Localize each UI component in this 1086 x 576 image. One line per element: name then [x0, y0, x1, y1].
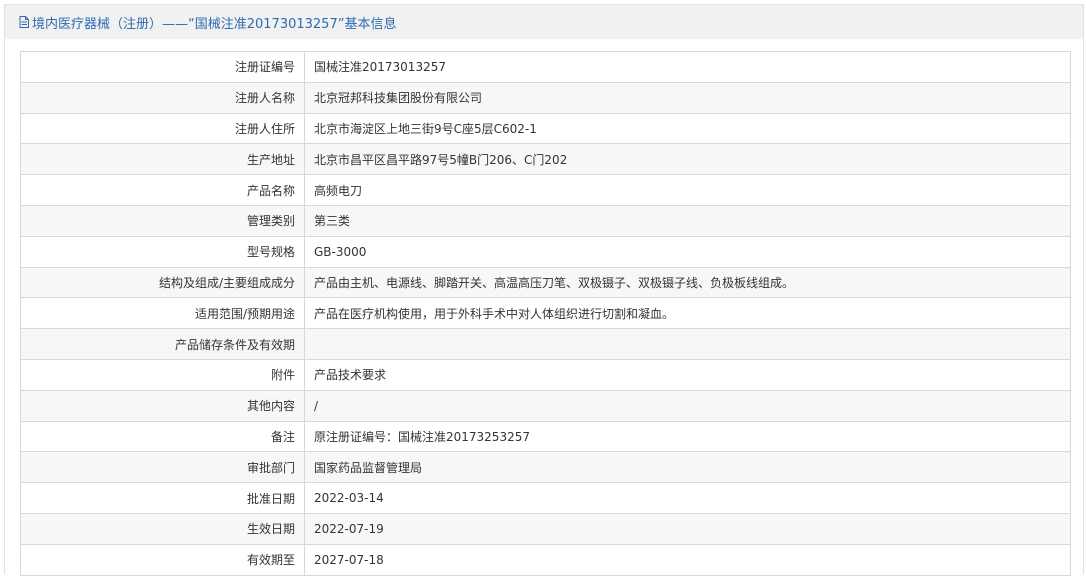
row-label: 产品储存条件及有效期 [20, 328, 305, 360]
table-row: 审批部门 国家药品监督管理局 [20, 451, 1071, 484]
row-value: 北京市海淀区上地三街9号C座5层C602-1 [304, 112, 1071, 145]
row-label: 管理类别 [20, 204, 305, 237]
table-row: 附件 产品技术要求 [20, 358, 1071, 391]
row-label: 注册人住所 [20, 112, 305, 145]
row-label: 附件 [20, 358, 305, 391]
table-row: 结构及组成/主要组成成分 产品由主机、电源线、脚踏开关、高温高压刀笔、双极镊子、… [20, 266, 1071, 299]
row-label: 注册人名称 [20, 81, 305, 114]
table-row: 产品名称 高频电刀 [20, 174, 1071, 206]
row-value: 北京冠邦科技集团股份有限公司 [304, 81, 1071, 114]
row-label: 批准日期 [20, 482, 305, 514]
row-value: 产品在医疗机构使用，用于外科手术中对人体组织进行切割和凝血。 [304, 297, 1071, 330]
table-row: 生效日期 2022-07-19 [20, 512, 1071, 545]
row-value: GB-3000 [304, 235, 1071, 268]
row-label: 产品名称 [20, 174, 305, 206]
table-row: 型号规格 GB-3000 [20, 235, 1071, 268]
row-label: 结构及组成/主要组成成分 [20, 266, 305, 299]
info-table-wrapper: 注册证编号 国械注准20173013257 注册人名称 北京冠邦科技集团股份有限… [20, 51, 1071, 576]
row-label: 有效期至 [20, 543, 305, 576]
row-value: 国械注准20173013257 [304, 51, 1071, 83]
table-row: 注册人名称 北京冠邦科技集团股份有限公司 [20, 81, 1071, 114]
row-label: 注册证编号 [20, 51, 305, 83]
row-value: 原注册证编号：国械注准20173253257 [304, 420, 1071, 453]
row-value [304, 328, 1071, 360]
document-icon [19, 16, 29, 28]
info-panel: 境内医疗器械（注册）——“国械注准20173013257”基本信息 注册证编号 … [4, 4, 1084, 576]
row-value: / [304, 389, 1071, 422]
table-row: 产品储存条件及有效期 [20, 328, 1071, 360]
table-row: 适用范围/预期用途 产品在医疗机构使用，用于外科手术中对人体组织进行切割和凝血。 [20, 297, 1071, 330]
row-label: 备注 [20, 420, 305, 453]
row-value: 2027-07-18 [304, 543, 1071, 576]
page-title: 境内医疗器械（注册）——“国械注准20173013257”基本信息 [32, 16, 397, 32]
table-row: 生产地址 北京市昌平区昌平路97号5幢B门206、C门202 [20, 143, 1071, 176]
row-label: 适用范围/预期用途 [20, 297, 305, 330]
row-label: 审批部门 [20, 451, 305, 484]
info-table: 注册证编号 国械注准20173013257 注册人名称 北京冠邦科技集团股份有限… [20, 51, 1071, 576]
table-row: 管理类别 第三类 [20, 204, 1071, 237]
row-label: 生产地址 [20, 143, 305, 176]
row-value: 产品由主机、电源线、脚踏开关、高温高压刀笔、双极镊子、双极镊子线、负极板线组成。 [304, 266, 1071, 299]
row-value: 国家药品监督管理局 [304, 451, 1071, 484]
row-value: 2022-03-14 [304, 482, 1071, 514]
table-row: 其他内容 / [20, 389, 1071, 422]
table-row: 注册证编号 国械注准20173013257 [20, 51, 1071, 83]
row-label: 型号规格 [20, 235, 305, 268]
row-label: 其他内容 [20, 389, 305, 422]
table-row: 备注 原注册证编号：国械注准20173253257 [20, 420, 1071, 453]
table-row: 批准日期 2022-03-14 [20, 482, 1071, 514]
row-value: 第三类 [304, 204, 1071, 237]
row-value: 高频电刀 [304, 174, 1071, 206]
row-value: 北京市昌平区昌平路97号5幢B门206、C门202 [304, 143, 1071, 176]
row-value: 产品技术要求 [304, 358, 1071, 391]
table-row: 有效期至 2027-07-18 [20, 543, 1071, 576]
panel-header: 境内医疗器械（注册）——“国械注准20173013257”基本信息 [5, 5, 1083, 39]
row-label: 生效日期 [20, 512, 305, 545]
table-row: 注册人住所 北京市海淀区上地三街9号C座5层C602-1 [20, 112, 1071, 145]
row-value: 2022-07-19 [304, 512, 1071, 545]
